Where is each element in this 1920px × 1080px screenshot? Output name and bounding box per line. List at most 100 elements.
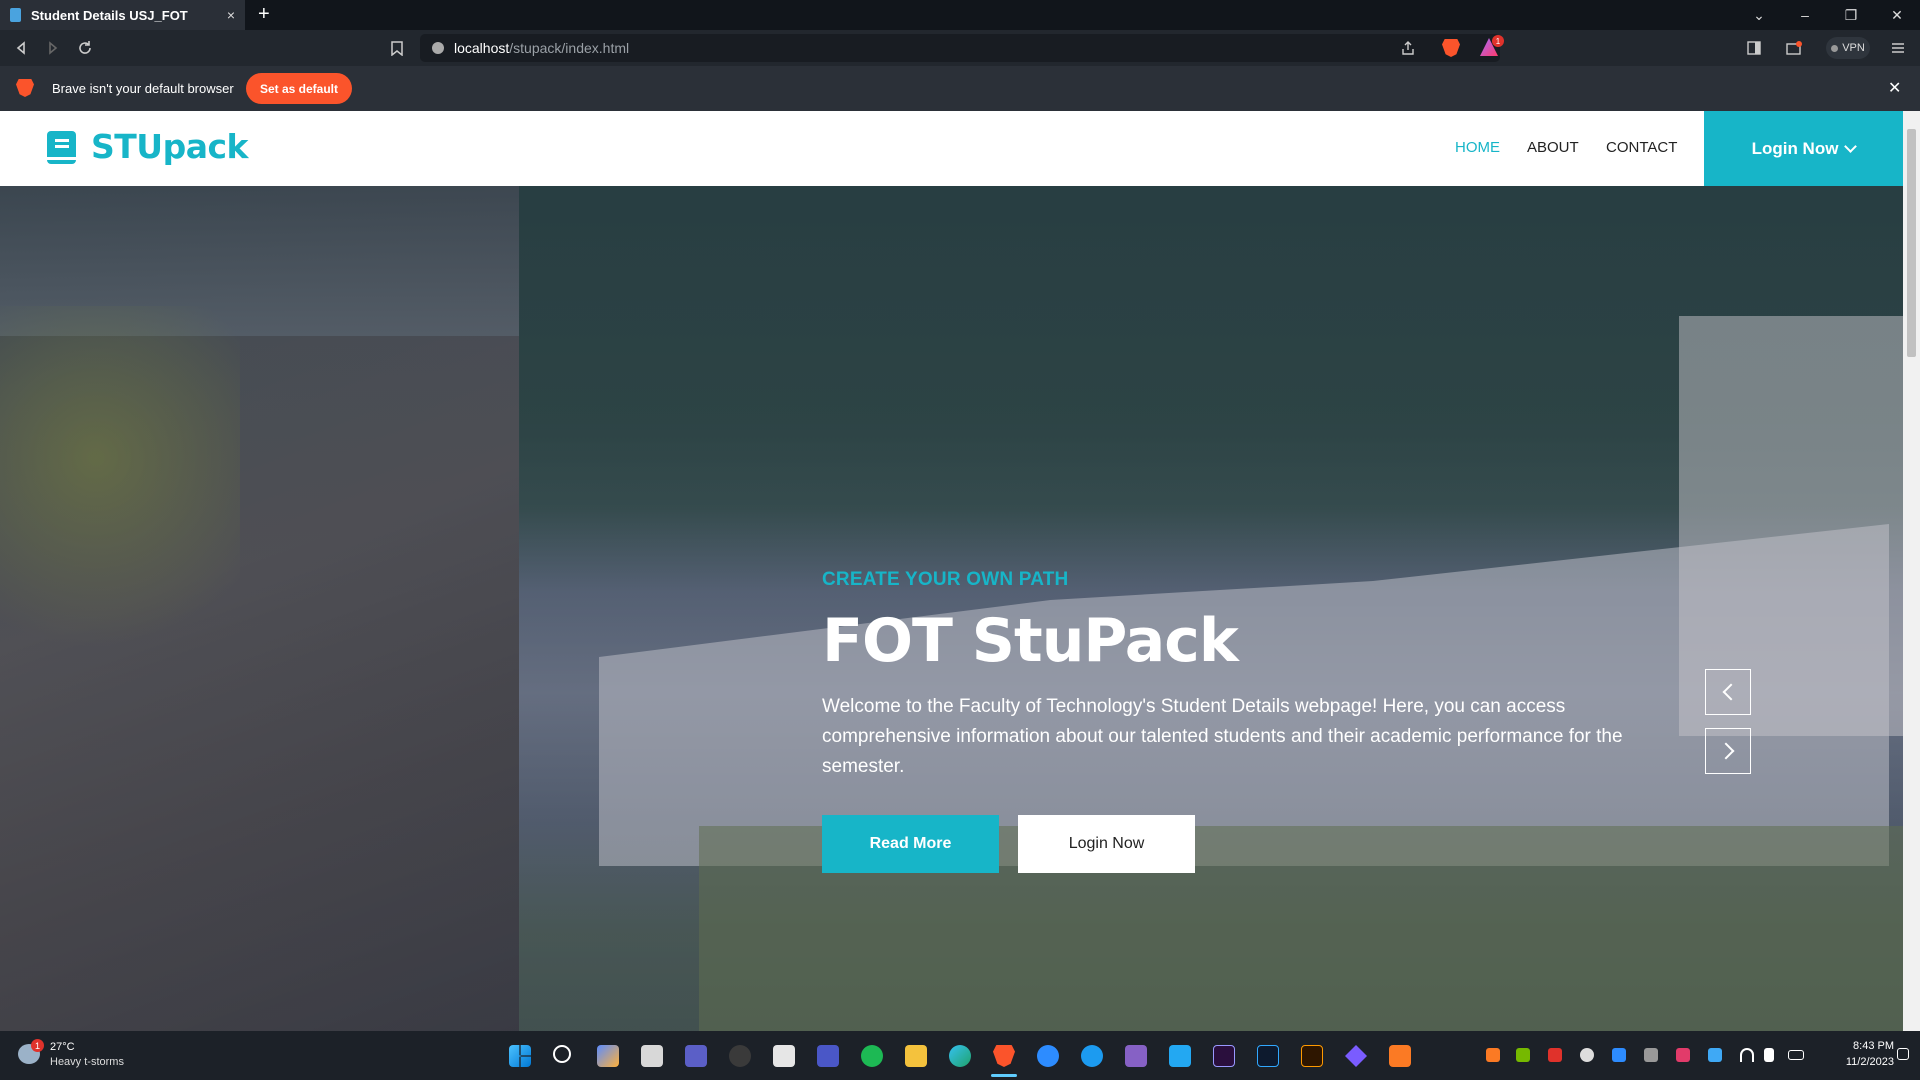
xampp-tray-icon[interactable] bbox=[1486, 1048, 1500, 1062]
hero-description: Welcome to the Faculty of Technology's S… bbox=[822, 696, 1623, 777]
hero-background-left-image bbox=[0, 186, 519, 1031]
edge-icon[interactable] bbox=[949, 1045, 971, 1067]
share-icon[interactable] bbox=[1400, 40, 1416, 59]
book-logo-icon[interactable] bbox=[47, 131, 76, 164]
carousel-next-button[interactable] bbox=[1705, 728, 1751, 774]
site-brand[interactable]: STUpack bbox=[91, 127, 248, 166]
xampp-icon[interactable] bbox=[1389, 1045, 1411, 1067]
hero-kicker: CREATE YOUR OWN PATH bbox=[822, 569, 1069, 590]
wifi-icon[interactable] bbox=[1740, 1048, 1754, 1062]
nav-home-link[interactable]: HOME bbox=[1455, 139, 1500, 156]
reload-icon bbox=[79, 41, 91, 54]
hamburger-icon bbox=[1892, 43, 1904, 53]
teams-icon[interactable] bbox=[685, 1045, 707, 1067]
chevron-left-icon bbox=[1722, 683, 1739, 701]
carousel-prev-button[interactable] bbox=[1705, 669, 1751, 715]
tab-close-icon[interactable]: × bbox=[227, 7, 235, 23]
infobar-close-icon[interactable]: ✕ bbox=[1888, 78, 1901, 98]
back-icon bbox=[16, 41, 25, 55]
premiere-icon[interactable] bbox=[1213, 1045, 1235, 1067]
spotify-icon[interactable] bbox=[861, 1045, 883, 1067]
tray-device-icon[interactable] bbox=[1644, 1048, 1658, 1062]
battery-icon[interactable] bbox=[1788, 1050, 1804, 1060]
brave-logo-icon bbox=[16, 79, 34, 97]
notification-center-icon[interactable] bbox=[1897, 1048, 1909, 1060]
login-now-dropdown[interactable]: Login Now bbox=[1704, 111, 1903, 186]
wallet-button[interactable] bbox=[1782, 36, 1806, 60]
address-bar[interactable]: localhost/stupack/index.html 1 bbox=[420, 34, 1504, 62]
scrollbar-thumb[interactable] bbox=[1907, 129, 1916, 357]
vpn-label: VPN bbox=[1842, 42, 1865, 54]
visual-studio-icon[interactable] bbox=[1125, 1045, 1147, 1067]
minimize-button[interactable]: – bbox=[1782, 0, 1828, 30]
windows-start-icon[interactable] bbox=[509, 1045, 531, 1067]
brave-icon[interactable] bbox=[993, 1045, 1015, 1067]
file-explorer-icon[interactable] bbox=[905, 1045, 927, 1067]
tray-audio-app-icon[interactable] bbox=[1676, 1048, 1690, 1062]
store-icon[interactable] bbox=[773, 1045, 795, 1067]
browser-tab[interactable]: Student Details USJ_FOT × bbox=[0, 0, 245, 30]
tray-app-icon[interactable] bbox=[1548, 1048, 1562, 1062]
sidebar-icon bbox=[1747, 41, 1761, 55]
sidebar-toggle-button[interactable] bbox=[1742, 36, 1766, 60]
photoshop-icon[interactable] bbox=[1257, 1045, 1279, 1067]
chevron-down-icon bbox=[1844, 139, 1858, 153]
new-tab-button[interactable]: + bbox=[258, 3, 270, 26]
taskbar-date[interactable]: 11/2/2023 bbox=[1824, 1056, 1894, 1068]
browser-tab-strip: Student Details USJ_FOT × + ⌄ – ❐ ✕ bbox=[0, 0, 1920, 30]
nvidia-tray-icon[interactable] bbox=[1516, 1048, 1530, 1062]
bookmark-icon bbox=[391, 40, 403, 56]
reload-button[interactable] bbox=[73, 36, 97, 60]
site-info-icon[interactable] bbox=[432, 42, 444, 54]
page-scrollbar[interactable] bbox=[1903, 111, 1920, 1031]
tray-cloud-icon[interactable] bbox=[1612, 1048, 1626, 1062]
default-browser-infobar: Brave isn't your default browser Set as … bbox=[0, 66, 1920, 111]
brave-shields-icon[interactable] bbox=[1442, 39, 1460, 57]
url-host: localhost bbox=[454, 40, 510, 56]
weather-desc: Heavy t-storms bbox=[50, 1056, 124, 1068]
nav-contact-link[interactable]: CONTACT bbox=[1606, 139, 1677, 156]
browser-toolbar: localhost/stupack/index.html 1 VPN bbox=[0, 30, 1920, 66]
vpn-button[interactable]: VPN bbox=[1826, 37, 1870, 59]
tab-title: Student Details USJ_FOT bbox=[31, 7, 188, 23]
url-path: /stupack/index.html bbox=[509, 40, 630, 56]
chevron-right-icon bbox=[1717, 742, 1734, 760]
app-store-icon[interactable] bbox=[1081, 1045, 1103, 1067]
back-button[interactable] bbox=[9, 36, 33, 60]
windows-taskbar: 1 27°C Heavy t-storms 8:43 PM 11/2/2023 bbox=[0, 1031, 1920, 1080]
obs-icon[interactable] bbox=[729, 1045, 751, 1067]
tab-search-chevron-icon[interactable]: ⌄ bbox=[1736, 0, 1782, 30]
vpn-status-icon bbox=[1831, 44, 1839, 52]
forward-icon bbox=[49, 41, 58, 55]
site-navbar: STUpack HOME ABOUT CONTACT Login Now bbox=[0, 111, 1903, 186]
illustrator-icon[interactable] bbox=[1301, 1045, 1323, 1067]
hero-carousel: CREATE YOUR OWN PATH FOT StuPack Welcome… bbox=[0, 186, 1903, 1031]
menu-button[interactable] bbox=[1886, 36, 1910, 60]
sticky-notes-icon[interactable] bbox=[817, 1045, 839, 1067]
taskbar-time[interactable]: 8:43 PM bbox=[1824, 1040, 1894, 1052]
hero-title: FOT StuPack bbox=[822, 606, 1239, 676]
tray-security-icon[interactable] bbox=[1708, 1048, 1722, 1062]
forward-button[interactable] bbox=[41, 36, 65, 60]
active-app-indicator bbox=[991, 1074, 1017, 1077]
file-view-icon[interactable] bbox=[641, 1045, 663, 1067]
nav-about-link[interactable]: ABOUT bbox=[1527, 139, 1579, 156]
wallet-icon bbox=[1786, 41, 1802, 55]
hero-login-button[interactable]: Login Now bbox=[1018, 815, 1195, 873]
media-icon[interactable] bbox=[1345, 1045, 1367, 1067]
bookmark-button[interactable] bbox=[385, 36, 409, 60]
read-more-button[interactable]: Read More bbox=[822, 815, 999, 873]
set-as-default-button[interactable]: Set as default bbox=[246, 73, 352, 104]
restore-button[interactable]: ❐ bbox=[1828, 0, 1874, 30]
zoom-icon[interactable] bbox=[1037, 1045, 1059, 1067]
volume-icon[interactable] bbox=[1764, 1048, 1774, 1062]
onedrive-icon[interactable] bbox=[1580, 1048, 1594, 1062]
vscode-icon[interactable] bbox=[1169, 1045, 1191, 1067]
search-icon[interactable] bbox=[553, 1045, 571, 1063]
web-page: STUpack HOME ABOUT CONTACT Login Now CRE… bbox=[0, 111, 1903, 1031]
weather-badge: 1 bbox=[31, 1039, 44, 1052]
rewards-badge: 1 bbox=[1492, 35, 1504, 47]
login-dropdown-label: Login Now bbox=[1751, 138, 1839, 158]
close-window-button[interactable]: ✕ bbox=[1874, 0, 1920, 30]
meet-icon[interactable] bbox=[597, 1045, 619, 1067]
